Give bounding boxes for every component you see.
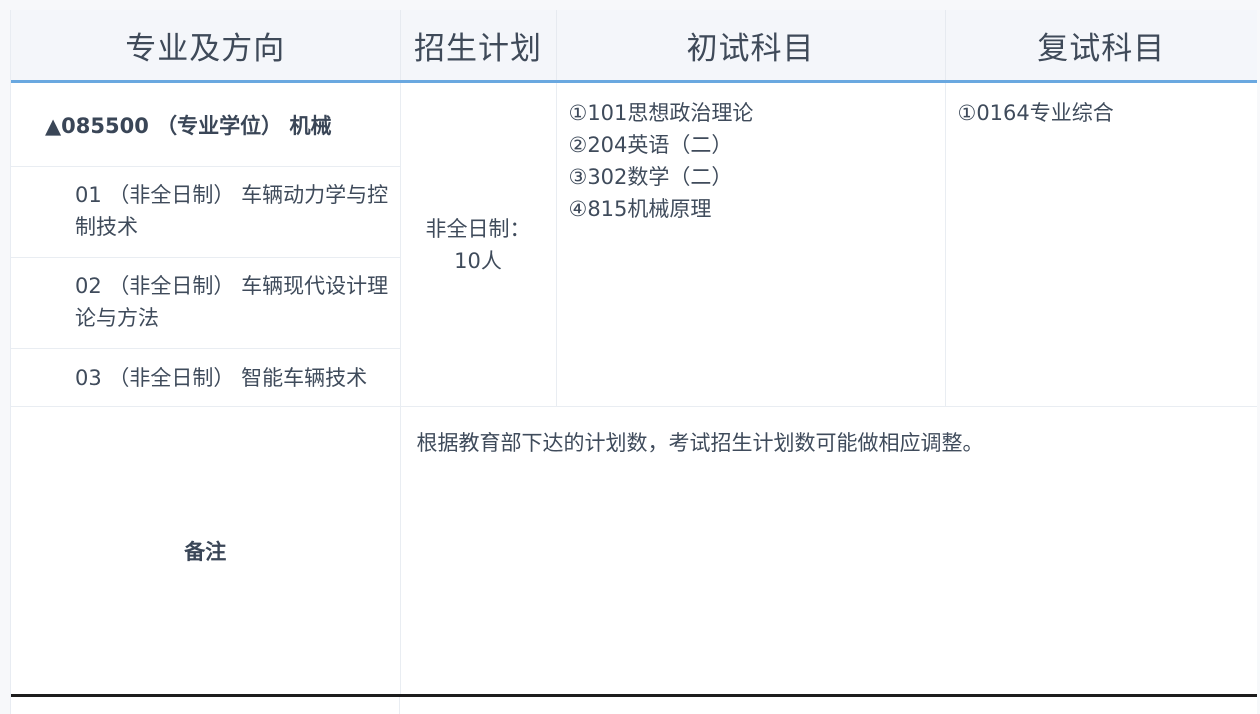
note-text: 根据教育部下达的计划数，考试招生计划数可能做相应调整。 — [416, 431, 984, 455]
plan-count: 10人 — [454, 248, 502, 273]
initial-subject-item: ①101思想政治理论 — [568, 101, 754, 125]
initial-subject-item: ②204英语（二） — [568, 133, 733, 157]
table-bottom-rule — [11, 694, 1257, 697]
admission-plan-table: 专业及方向 招生计划 初试科目 复试科目 ▲085500 （专业学位） 机械 0… — [11, 10, 1257, 695]
retest-subject-item: ①0164专业综合 — [957, 101, 1114, 125]
initial-subject-item: ③302数学（二） — [568, 165, 733, 189]
note-cell: 根据教育部下达的计划数，考试招生计划数可能做相应调整。 — [400, 407, 1257, 696]
header-major: 专业及方向 — [11, 10, 401, 83]
header-retest: 复试科目 — [945, 10, 1257, 83]
plan-type: 非全日制： — [425, 216, 531, 241]
direction-item: 01 （非全日制） 车辆动力学与控制技术 — [11, 167, 400, 258]
direction-item: 03 （非全日制） 智能车辆技术 — [75, 366, 368, 390]
header-initial-exam: 初试科目 — [556, 10, 946, 83]
initial-subjects-cell: ①101思想政治理论 ②204英语（二） ③302数学（二） ④815机械原理 — [556, 81, 946, 407]
plan-cell: 非全日制： 10人 — [400, 81, 557, 407]
table-row: ▲085500 （专业学位） 机械 01 （非全日制） 车辆动力学与控制技术 0… — [11, 81, 1257, 407]
major-cell: ▲085500 （专业学位） 机械 01 （非全日制） 车辆动力学与控制技术 0… — [11, 81, 401, 407]
major-title: ▲085500 （专业学位） 机械 — [11, 83, 400, 167]
retest-subjects-cell: ①0164专业综合 — [945, 81, 1257, 407]
note-row: 备注 根据教育部下达的计划数，考试招生计划数可能做相应调整。 — [11, 406, 1257, 696]
next-row-divider — [399, 697, 400, 714]
direction-item: 02 （非全日制） 车辆现代设计理论与方法 — [11, 258, 400, 349]
note-label: 备注 — [11, 406, 401, 695]
admission-plan-card: 专业及方向 招生计划 初试科目 复试科目 ▲085500 （专业学位） 机械 0… — [10, 10, 1257, 714]
header-plan: 招生计划 — [400, 10, 557, 83]
initial-subject-item: ④815机械原理 — [568, 197, 712, 221]
table-header-row: 专业及方向 招生计划 初试科目 复试科目 — [11, 10, 1257, 83]
page-background: 专业及方向 招生计划 初试科目 复试科目 ▲085500 （专业学位） 机械 0… — [0, 0, 1260, 714]
